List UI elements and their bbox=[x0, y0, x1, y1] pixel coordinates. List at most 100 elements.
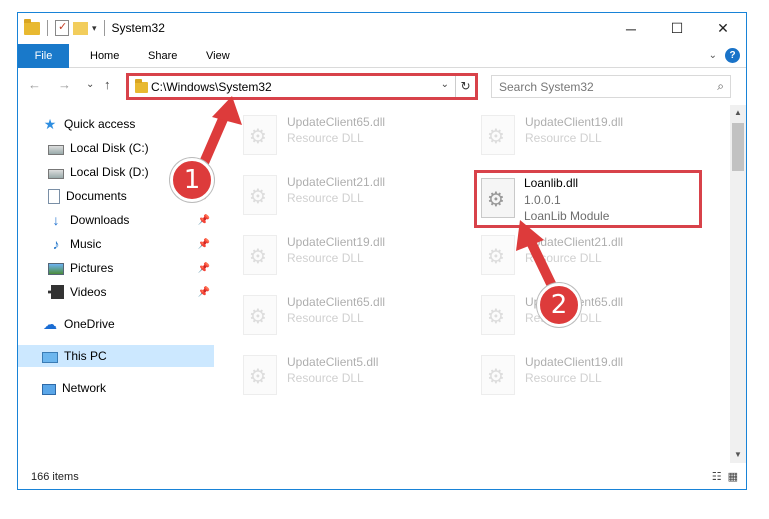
local-disk-icon bbox=[48, 144, 64, 155]
sidebar-item-label: This PC bbox=[64, 349, 107, 363]
pin-icon[interactable]: 📌 bbox=[198, 263, 210, 274]
sidebar-item-label: Local Disk (C:) bbox=[70, 141, 149, 155]
file-name: UpdateClient19.dll bbox=[525, 355, 624, 369]
tab-home[interactable]: Home bbox=[80, 44, 129, 68]
forward-button[interactable]: → bbox=[58, 77, 71, 92]
tiles-view-icon[interactable]: ▦ bbox=[728, 470, 738, 483]
sidebar-item-label: Quick access bbox=[64, 117, 136, 131]
file-type: Resource DLL bbox=[525, 371, 602, 385]
file-name: UpdateClient19.dll bbox=[525, 115, 624, 129]
file-description: LoanLib Module bbox=[524, 209, 610, 223]
divider bbox=[47, 20, 48, 36]
file-type: Resource DLL bbox=[525, 131, 602, 145]
tab-file[interactable]: File bbox=[18, 44, 69, 68]
file-name: UpdateClient65.dll bbox=[287, 115, 386, 129]
sidebar-item-onedrive[interactable]: ☁ OneDrive bbox=[18, 313, 214, 335]
address-bar[interactable]: C:\Windows\System32 ⌄ ↻ bbox=[126, 73, 478, 100]
help-icon[interactable]: ? bbox=[725, 48, 740, 63]
sidebar-item-downloads[interactable]: ↓ Downloads 📌 bbox=[18, 209, 214, 231]
search-icon: ⌕ bbox=[717, 79, 724, 93]
pin-icon[interactable]: 📌 bbox=[198, 215, 210, 226]
sidebar-item-videos[interactable]: Videos 📌 bbox=[18, 281, 214, 303]
pin-icon[interactable]: 📌 bbox=[198, 287, 210, 298]
file-item[interactable]: UpdateClient65.dll Resource DLL bbox=[237, 291, 457, 341]
details-view-icon[interactable]: ☷ bbox=[712, 470, 722, 483]
sidebar-item-network[interactable]: Network bbox=[18, 377, 214, 399]
file-item[interactable]: UpdateClient19.dll Resource DLL bbox=[475, 111, 695, 161]
scroll-thumb[interactable] bbox=[732, 123, 744, 171]
folder-icon bbox=[135, 79, 148, 93]
pictures-icon bbox=[48, 263, 64, 275]
tab-share[interactable]: Share bbox=[138, 44, 187, 68]
dll-file-icon bbox=[481, 115, 515, 155]
file-name: UpdateClient19.dll bbox=[287, 235, 386, 249]
local-disk-icon bbox=[48, 168, 64, 179]
sidebar-item-music[interactable]: ♪ Music 📌 bbox=[18, 233, 214, 255]
back-button[interactable]: ← bbox=[28, 77, 41, 92]
scroll-up-button[interactable]: ▲ bbox=[730, 105, 746, 121]
star-icon: ★ bbox=[43, 116, 57, 132]
music-icon: ♪ bbox=[52, 236, 60, 252]
sidebar-item-label: Music bbox=[70, 237, 102, 251]
sidebar-item-label: Network bbox=[62, 381, 107, 395]
file-item-loanlib[interactable]: Loanlib.dll 1.0.0.1 LoanLib Module bbox=[474, 170, 702, 228]
sidebar-item-label: Downloads bbox=[70, 213, 130, 227]
dll-file-icon bbox=[481, 235, 515, 275]
maximize-button[interactable]: ☐ bbox=[654, 13, 700, 44]
videos-icon bbox=[48, 285, 64, 299]
dll-file-icon bbox=[243, 175, 277, 215]
title-bar: ▾ System32 ─ ☐ ✕ bbox=[18, 13, 746, 44]
sidebar-item-pictures[interactable]: Pictures 📌 bbox=[18, 257, 214, 279]
sidebar-item-local-disk-c[interactable]: Local Disk (C:) bbox=[18, 137, 214, 159]
sidebar-item-this-pc[interactable]: This PC bbox=[18, 345, 214, 367]
address-row: ← → ⌄ ↑ C:\Windows\System32 ⌄ ↻ Search S… bbox=[18, 69, 746, 103]
window-title: System32 bbox=[111, 21, 165, 35]
vertical-scrollbar[interactable]: ▲ ▼ bbox=[730, 105, 746, 463]
file-item[interactable]: UpdateClient65.dll Resource DLL bbox=[237, 111, 457, 161]
status-bar: 166 items ☷ ▦ bbox=[18, 465, 746, 489]
up-button[interactable]: ↑ bbox=[104, 77, 111, 92]
close-button[interactable]: ✕ bbox=[700, 13, 746, 44]
step-1-badge: 1 bbox=[170, 158, 214, 202]
pin-icon[interactable]: 📌 bbox=[198, 239, 210, 250]
step-2-badge: 2 bbox=[537, 283, 581, 327]
search-box[interactable]: Search System32 ⌕ bbox=[491, 75, 731, 98]
onedrive-icon: ☁ bbox=[43, 316, 57, 332]
expand-ribbon-icon[interactable]: ⌄ bbox=[709, 50, 717, 61]
dll-file-icon bbox=[243, 295, 277, 335]
divider bbox=[103, 20, 105, 36]
file-item[interactable]: UpdateClient19.dll Resource DLL bbox=[475, 351, 695, 401]
file-item[interactable]: UpdateClient5.dll Resource DLL bbox=[237, 351, 457, 401]
explorer-window: ▾ System32 ─ ☐ ✕ File Home Share View ⌄ … bbox=[17, 12, 747, 490]
file-version: 1.0.0.1 bbox=[524, 193, 561, 207]
file-type: Resource DLL bbox=[287, 371, 364, 385]
file-name: UpdateClient21.dll bbox=[287, 175, 386, 189]
refresh-button[interactable]: ↻ bbox=[455, 76, 475, 97]
dll-file-icon bbox=[243, 115, 277, 155]
address-path[interactable]: C:\Windows\System32 bbox=[151, 80, 272, 94]
new-folder-icon[interactable] bbox=[73, 21, 88, 35]
item-count: 166 items bbox=[31, 471, 79, 483]
folder-icon bbox=[24, 18, 40, 35]
file-item[interactable]: UpdateClient21.dll Resource DLL bbox=[237, 171, 457, 221]
recent-locations-button[interactable]: ⌄ bbox=[86, 79, 94, 90]
minimize-button[interactable]: ─ bbox=[608, 13, 654, 44]
customize-toolbar-icon[interactable]: ▾ bbox=[92, 23, 97, 34]
dll-file-icon bbox=[243, 235, 277, 275]
tab-view[interactable]: View bbox=[196, 44, 240, 68]
file-item[interactable]: UpdateClient19.dll Resource DLL bbox=[237, 231, 457, 281]
ribbon-tabs: File Home Share View ⌄ ? bbox=[18, 44, 746, 68]
view-switcher: ☷ ▦ bbox=[712, 470, 738, 483]
file-item[interactable]: UpdateClient21.dll Resource DLL bbox=[475, 231, 695, 281]
scroll-down-button[interactable]: ▼ bbox=[730, 447, 746, 463]
network-icon bbox=[42, 383, 56, 395]
file-item[interactable]: UpdateClient65.dll Resource DLL bbox=[475, 291, 695, 341]
address-dropdown-icon[interactable]: ⌄ bbox=[441, 79, 449, 90]
search-input[interactable]: Search System32 bbox=[499, 80, 594, 94]
file-name: UpdateClient5.dll bbox=[287, 355, 379, 369]
dll-file-icon bbox=[481, 295, 515, 335]
properties-icon[interactable] bbox=[55, 20, 69, 36]
quick-access-toolbar: ▾ System32 bbox=[24, 18, 165, 36]
sidebar-item-label: Documents bbox=[66, 189, 127, 203]
sidebar-item-quick-access[interactable]: ★ Quick access bbox=[18, 113, 214, 135]
